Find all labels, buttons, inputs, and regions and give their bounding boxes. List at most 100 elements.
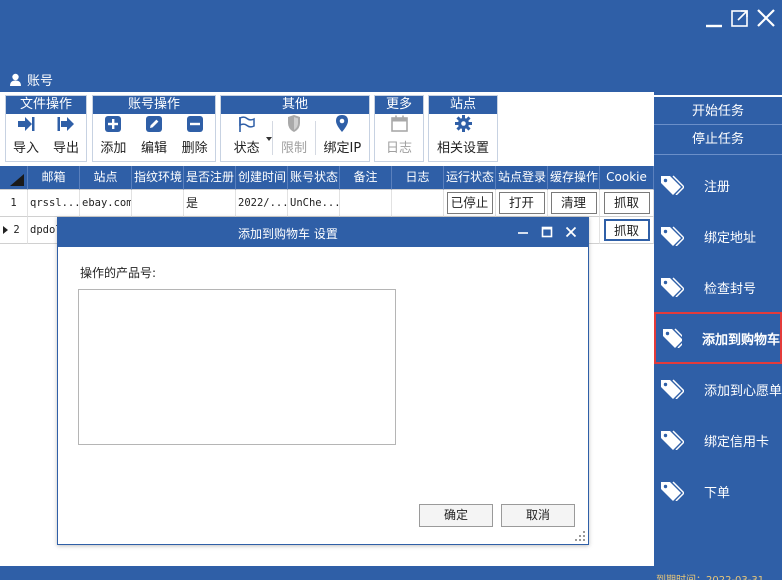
fingerprint-cell[interactable] [132,190,184,217]
ok-button[interactable]: 确定 [419,504,493,527]
table-header: 邮箱 站点 指纹环境 是否注册 创建时间 账号状态 备注 日志 运行状态 站点登… [0,166,654,190]
delete-button[interactable]: 删除 [174,114,215,161]
dialog-title-bar[interactable]: 添加到购物车 设置 [58,218,588,247]
tag-icon [661,226,684,246]
log-cell[interactable] [392,190,444,217]
cookie-cell: 抓取 [600,190,654,217]
sidebar-item-check-ban[interactable]: 检查封号 [654,262,782,312]
dialog-minimize-button[interactable] [516,224,530,240]
column-header[interactable]: 邮箱 [28,166,80,190]
cookie-cell: 抓取 [600,217,654,244]
dialog-maximize-button[interactable] [540,224,554,240]
bind-ip-button[interactable]: 绑定IP [316,114,369,161]
select-all-corner[interactable] [0,166,28,190]
resize-grip-icon[interactable] [575,531,585,541]
email-cell[interactable]: qrssl... [28,190,80,217]
maximize-icon [731,10,748,27]
minimize-icon [706,24,722,28]
sidebar-item-place-order[interactable]: 下单 [654,466,782,516]
tag-icon [661,481,684,501]
open-site-button[interactable]: 打开 [498,192,545,214]
shield-icon [288,115,301,132]
location-pin-icon [336,115,349,132]
site-login-cell: 打开 [496,190,548,217]
status-cell[interactable]: UnChe... [288,190,340,217]
tag-icon [661,430,684,450]
gear-icon [454,115,472,132]
sidebar-item-add-to-wishlist[interactable]: 添加到心愿单 [654,364,782,414]
sidebar-item-add-to-cart[interactable]: 添加到购物车 [654,312,782,364]
grab-cookie-button[interactable]: 抓取 [603,219,650,241]
clear-cache-button[interactable]: 清理 [550,192,597,214]
dialog-title: 添加到购物车 设置 [238,227,338,241]
dialog-close-button[interactable] [564,224,578,240]
close-icon [757,9,775,27]
column-header[interactable]: 运行状态 [444,166,496,190]
column-header[interactable]: 账号状态 [288,166,340,190]
ribbon-group-title: 其他 [221,96,369,114]
sidebar-item-bind-card[interactable]: 绑定信用卡 [654,415,782,465]
created-cell[interactable]: 2022/... [236,190,288,217]
export-button[interactable]: 导出 [46,114,86,161]
start-task-button[interactable]: 开始任务 [654,95,782,125]
tag-icon [663,328,682,348]
cancel-button[interactable]: 取消 [501,504,575,527]
window-controls [704,6,776,30]
tag-icon [661,277,684,297]
column-header[interactable]: Cookie [600,166,654,190]
grab-cookie-button[interactable]: 抓取 [603,192,650,214]
remark-cell[interactable] [340,190,392,217]
ribbon-group-title: 文件操作 [6,96,86,114]
title-bar: 账号 [0,0,782,92]
account-label: 账号 [27,74,54,89]
sidebar-item-register[interactable]: 注册 [654,160,782,210]
maximize-button[interactable] [730,6,750,30]
log-button[interactable]: 日志 [375,114,423,161]
product-id-input[interactable] [78,289,396,445]
column-header[interactable]: 站点登录 [496,166,548,190]
maximize-icon [541,226,553,238]
row-pointer-icon [3,226,8,234]
sidebar-item-bind-address[interactable]: 绑定地址 [654,211,782,261]
minimize-icon [518,232,528,234]
run-status-cell: 已停止 [444,190,496,217]
stop-task-button[interactable]: 停止任务 [654,125,782,155]
add-button[interactable]: 添加 [93,114,134,161]
table-row[interactable]: 1 qrssl... ebay.com 是 2022/... UnChe... … [0,190,654,217]
column-header[interactable]: 缓存操作 [548,166,600,190]
close-button[interactable] [756,6,776,30]
task-sidebar: 开始任务 停止任务 注册 绑定地址 检查封号 添加到购物车 添加到心愿单 绑定信… [654,92,782,566]
calendar-icon [390,115,408,132]
import-button[interactable]: 导入 [6,114,46,161]
account-indicator[interactable]: 账号 [9,70,53,89]
delete-icon [186,116,203,132]
add-to-cart-settings-dialog: 添加到购物车 设置 操作的产品号: 确定 取消 [57,217,589,545]
ribbon-group-file: 文件操作 导入 导出 [5,95,87,162]
column-header[interactable]: 日志 [392,166,444,190]
ribbon-group-title: 更多 [375,96,423,114]
ribbon-group-title: 站点 [429,96,497,114]
dialog-window-controls [516,224,578,240]
column-header[interactable]: 创建时间 [236,166,288,190]
column-header[interactable]: 站点 [80,166,132,190]
site-settings-button[interactable]: 相关设置 [429,114,497,161]
add-icon [105,116,122,132]
minimize-button[interactable] [704,6,724,30]
column-header[interactable]: 指纹环境 [132,166,184,190]
column-header[interactable]: 是否注册 [184,166,236,190]
ribbon-group-title: 账号操作 [93,96,215,114]
limit-button[interactable]: 限制 [273,114,314,161]
product-id-label: 操作的产品号: [80,266,157,280]
column-header[interactable]: 备注 [340,166,392,190]
run-status-button[interactable]: 已停止 [446,192,493,214]
registered-cell[interactable]: 是 [184,190,236,217]
cache-cell: 清理 [548,190,600,217]
site-cell[interactable]: ebay.com [80,190,132,217]
corner-triangle-icon [10,174,24,186]
status-bar: 到期时间：2022-03-31 [0,566,782,580]
close-icon [565,226,577,238]
ribbon-group-other: 其他 状态 限制 绑定IP [220,95,370,162]
edit-button[interactable]: 编辑 [134,114,175,161]
status-dropdown-button[interactable]: 状态 [221,114,273,161]
ribbon-group-more: 更多 日志 [374,95,424,162]
